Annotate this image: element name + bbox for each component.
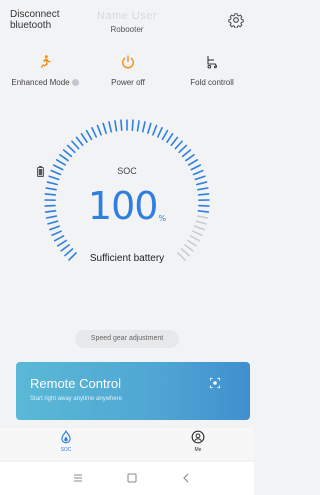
gauge-tick [189, 235, 201, 242]
gauge-tick [56, 239, 67, 247]
fold-control-label: Fold controll [190, 78, 234, 87]
device-subtitle: Robooter [110, 25, 144, 34]
gauge-tick [59, 153, 69, 162]
gauge-tick [96, 124, 102, 136]
gauge-tick [120, 119, 123, 132]
running-person-icon [41, 55, 51, 68]
gauge-tick [114, 120, 118, 132]
remote-control-subtitle: Start right away anytime anywhere [30, 396, 123, 402]
user-icon [191, 430, 205, 444]
battery-icon [37, 166, 44, 177]
gauge-tick [185, 153, 195, 162]
power-off-button[interactable]: Power off [88, 54, 168, 87]
info-icon[interactable] [71, 79, 79, 86]
gauge-tick [66, 144, 76, 154]
soc-number: 100 [87, 184, 159, 228]
gauge-tick [178, 144, 188, 154]
gear-icon[interactable] [228, 12, 244, 28]
gauge-tick [147, 122, 152, 134]
soc-unit: % [158, 214, 167, 223]
speed-gear-button[interactable]: Speed gear adjustment [75, 330, 179, 348]
soc-label: SOC [117, 166, 137, 176]
gauge-tick [181, 149, 192, 158]
tab-me[interactable]: Me [168, 430, 228, 453]
gauge-tick [75, 136, 84, 147]
drop-icon [61, 430, 71, 444]
gauge-tick [48, 175, 60, 181]
gauge-tick [85, 129, 93, 141]
power-off-label: Power off [111, 78, 145, 87]
gauge-tick [62, 149, 73, 158]
header: Disconnect bluetooth Name User Robooter [0, 0, 254, 44]
gauge-tick [136, 120, 140, 132]
gauge-tick [152, 124, 158, 136]
tab-soc[interactable]: SOC [36, 430, 96, 453]
menu-icon[interactable] [72, 472, 84, 484]
tab-me-label: Me [194, 447, 202, 453]
battery-gauge: SOC 100% Sufficient battery [37, 112, 217, 292]
gauge-tick [141, 121, 146, 133]
gauge-tick [184, 244, 194, 252]
soc-value: 100% [37, 184, 217, 228]
action-row: Enhanced Mode Power off Fold controll [0, 54, 254, 94]
gauge-tick [108, 121, 113, 133]
home-square-icon[interactable] [126, 472, 138, 484]
gauge-tick [55, 159, 67, 166]
fold-control-button[interactable]: Fold controll [172, 54, 252, 87]
gauge-tick [192, 230, 203, 237]
system-nav-bar [0, 462, 254, 495]
gauge-tick [80, 133, 88, 143]
tab-bar: SOC Me [0, 428, 254, 460]
soc-label-row: SOC [37, 166, 217, 177]
gauge-tick [170, 136, 179, 147]
remote-control-title: Remote Control [30, 376, 122, 391]
tab-soc-label: SOC [60, 447, 72, 453]
remote-control-banner[interactable]: Remote Control Start right away anytime … [16, 362, 250, 420]
back-chevron-icon[interactable] [180, 472, 192, 484]
gauge-tick [161, 129, 169, 141]
wheelchair-fold-icon [207, 56, 218, 69]
device-title: Name User [96, 10, 158, 22]
gauge-tick [131, 119, 134, 132]
gauge-tick [53, 235, 65, 242]
gauge-tick [187, 159, 199, 166]
battery-status: Sufficient battery [89, 253, 165, 264]
gauge-tick [187, 239, 198, 247]
gauge-tick [51, 230, 62, 237]
app-screen: Disconnect bluetooth Name User Robooter … [0, 0, 254, 495]
gauge-tick [174, 140, 183, 150]
enhanced-mode-button[interactable]: Enhanced Mode [5, 54, 85, 87]
gauge-tick [71, 140, 80, 150]
gauge-tick [91, 127, 98, 138]
gauge-tick [166, 133, 174, 143]
gauge-tick [102, 122, 107, 134]
power-icon [122, 55, 134, 69]
target-icon [209, 377, 221, 389]
gauge-tick [194, 175, 206, 181]
enhanced-mode-label: Enhanced Mode [11, 78, 70, 87]
gauge-tick [156, 127, 163, 138]
gauge-tick [60, 244, 70, 252]
